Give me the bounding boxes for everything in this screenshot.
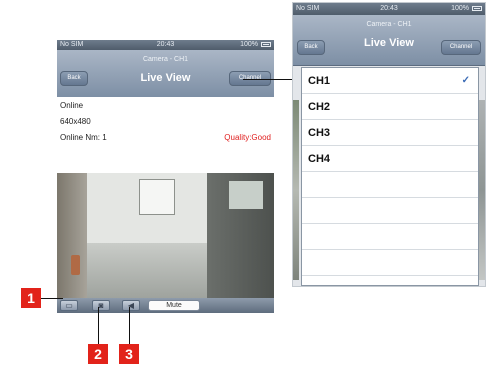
checkmark-icon: ✓ <box>461 75 470 86</box>
channel-option-ch3[interactable]: CH3 <box>302 120 478 146</box>
video-scene-window <box>229 181 263 209</box>
marker-3-pointer <box>129 307 130 344</box>
status-bar-right: No SIM 20:43 100% <box>293 3 485 15</box>
marker-1: 1 <box>21 288 41 308</box>
bottom-toolbar: ▭ ◙ ◀ Mute <box>57 298 274 313</box>
resolution-label: 640x480 <box>60 117 91 126</box>
battery-percent: 100% <box>240 41 258 48</box>
channel-option-empty <box>302 250 478 276</box>
channel-option-ch1[interactable]: CH1 ✓ <box>302 68 478 94</box>
marker-1-pointer <box>41 298 63 299</box>
back-button[interactable]: Back <box>60 71 88 86</box>
channel-list: CH1 ✓ CH2 CH3 CH4 <box>301 67 479 286</box>
nav-subtitle: Camera - CH1 <box>142 56 189 63</box>
channel-button-right[interactable]: Channel <box>441 40 481 55</box>
channel-label: CH2 <box>308 101 331 113</box>
video-scene-bin <box>71 255 80 275</box>
marker-2-pointer <box>98 307 99 344</box>
record-icon[interactable]: ◙ <box>92 300 110 311</box>
marker-2: 2 <box>88 344 108 364</box>
callout-connector-line <box>243 79 292 80</box>
battery-icon-right <box>472 6 482 11</box>
snapshot-icon[interactable]: ▭ <box>60 300 78 311</box>
nav-subtitle-right: Camera - CH1 <box>366 21 412 28</box>
video-scene-door-left <box>57 173 87 298</box>
battery-icon <box>261 42 271 47</box>
channel-label: CH4 <box>308 153 331 165</box>
channel-option-ch4[interactable]: CH4 <box>302 146 478 172</box>
online-status: Online <box>60 101 84 110</box>
online-count: Online Nm: 1 <box>60 133 107 142</box>
marker-3: 3 <box>119 344 139 364</box>
channel-option-empty <box>302 224 478 250</box>
speaker-icon[interactable]: ◀ <box>122 300 140 311</box>
status-bar: No SIM 20:43 100% <box>57 40 274 50</box>
channel-label: CH3 <box>308 127 331 139</box>
video-feed-edge-right <box>479 100 485 280</box>
video-scene-board <box>139 179 175 215</box>
mute-button[interactable]: Mute <box>148 300 200 311</box>
live-video-feed[interactable] <box>57 173 274 298</box>
channel-option-ch2[interactable]: CH2 <box>302 94 478 120</box>
battery-percent-right: 100% <box>451 5 469 12</box>
nav-bar: Camera - CH1 Live View Back Channel <box>57 50 274 98</box>
back-button-right[interactable]: Back <box>297 40 325 55</box>
channel-option-empty <box>302 172 478 198</box>
nav-bar-right: Camera - CH1 Live View Back Channel <box>293 15 485 66</box>
quality-label: Quality:Good <box>224 133 271 142</box>
video-feed-edge-left <box>293 100 299 280</box>
channel-label: CH1 <box>308 75 331 87</box>
channel-picker-screen: No SIM 20:43 100% Camera - CH1 Live View… <box>292 2 486 287</box>
connection-info: Online 640x480 Online Nm: 1 Quality:Good <box>57 97 274 173</box>
live-view-screen: No SIM 20:43 100% Camera - CH1 Live View… <box>57 40 274 313</box>
channel-option-empty <box>302 198 478 224</box>
